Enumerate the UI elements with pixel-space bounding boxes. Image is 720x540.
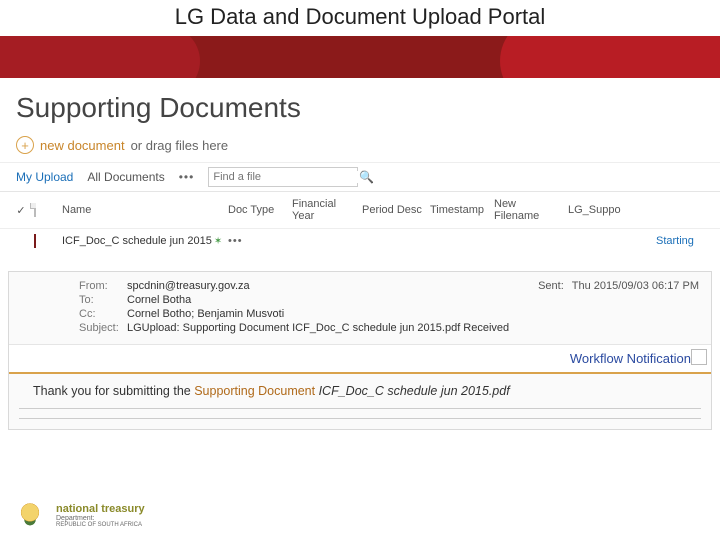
email-cc-value: Cornel Botho; Benjamin Musvoti — [127, 308, 284, 320]
email-sent-label: Sent: — [538, 280, 564, 292]
footer-title: national treasury — [56, 504, 145, 515]
email-to-label: To: — [79, 294, 127, 306]
new-document-row[interactable]: + new document or drag files here — [0, 134, 720, 162]
search-input[interactable] — [209, 171, 359, 183]
col-new-filename[interactable]: New Filename — [494, 198, 564, 222]
new-document-label[interactable]: new document — [40, 138, 125, 153]
email-subject-label: Subject: — [79, 322, 127, 334]
thank-you-message: Thank you for submitting the Supporting … — [19, 374, 701, 409]
email-sent-value: Thu 2015/09/03 06:17 PM — [572, 280, 699, 292]
email-header: Sent: Thu 2015/09/03 06:17 PM From:spcdn… — [9, 272, 711, 344]
header-accent-band — [0, 36, 720, 78]
col-name[interactable]: Name — [62, 204, 224, 216]
email-from-value: spcdnin@treasury.gov.za — [127, 280, 250, 292]
email-to-value: Cornel Botha — [127, 294, 191, 306]
new-badge: ✶ — [214, 236, 222, 247]
workflow-notification-bar: Workflow Notification — [9, 344, 711, 374]
email-pane: Sent: Thu 2015/09/03 06:17 PM From:spcdn… — [8, 271, 712, 430]
col-period-desc[interactable]: Period Desc — [362, 204, 426, 216]
coat-of-arms-icon — [12, 498, 48, 534]
divider — [19, 413, 701, 419]
col-select[interactable]: ✓ — [12, 204, 30, 217]
drag-hint: or drag files here — [131, 138, 229, 153]
footer-dept: Department: — [56, 515, 145, 522]
table-header: ✓ Name Doc Type Financial Year Period De… — [0, 192, 720, 229]
email-subject-value: LGUpload: Supporting Document ICF_Doc_C … — [127, 322, 509, 334]
email-from-label: From: — [79, 280, 127, 292]
search-icon[interactable]: 🔍 — [359, 170, 374, 184]
workflow-title: Workflow Notification — [570, 351, 691, 366]
section-title: Supporting Documents — [0, 78, 720, 134]
col-doctype[interactable]: Doc Type — [228, 204, 288, 216]
view-more-menu[interactable]: ••• — [179, 170, 195, 184]
file-icon — [34, 235, 58, 247]
page-title: LG Data and Document Upload Portal — [0, 0, 720, 36]
footer-republic: REPUBLIC OF SOUTH AFRICA — [56, 522, 145, 528]
search-box[interactable]: 🔍 — [208, 167, 358, 187]
header: LG Data and Document Upload Portal — [0, 0, 720, 78]
col-financial-year[interactable]: Financial Year — [292, 198, 358, 222]
footer: national treasury Department: REPUBLIC O… — [12, 498, 145, 534]
col-type-icon — [34, 204, 58, 216]
file-name[interactable]: ICF_Doc_C schedule jun 2015✶ — [62, 235, 224, 247]
row-status[interactable]: Starting — [656, 235, 716, 247]
table-row[interactable]: ICF_Doc_C schedule jun 2015✶ ••• Startin… — [0, 229, 720, 253]
col-lg-support[interactable]: LG_Suppo — [568, 204, 628, 216]
view-toolbar: My Upload All Documents ••• 🔍 — [0, 162, 720, 192]
col-timestamp[interactable]: Timestamp — [430, 204, 490, 216]
view-all-documents[interactable]: All Documents — [87, 170, 164, 184]
add-icon[interactable]: + — [16, 136, 34, 154]
row-more-menu[interactable]: ••• — [228, 235, 243, 247]
email-cc-label: Cc: — [79, 308, 127, 320]
view-my-upload[interactable]: My Upload — [16, 170, 73, 184]
